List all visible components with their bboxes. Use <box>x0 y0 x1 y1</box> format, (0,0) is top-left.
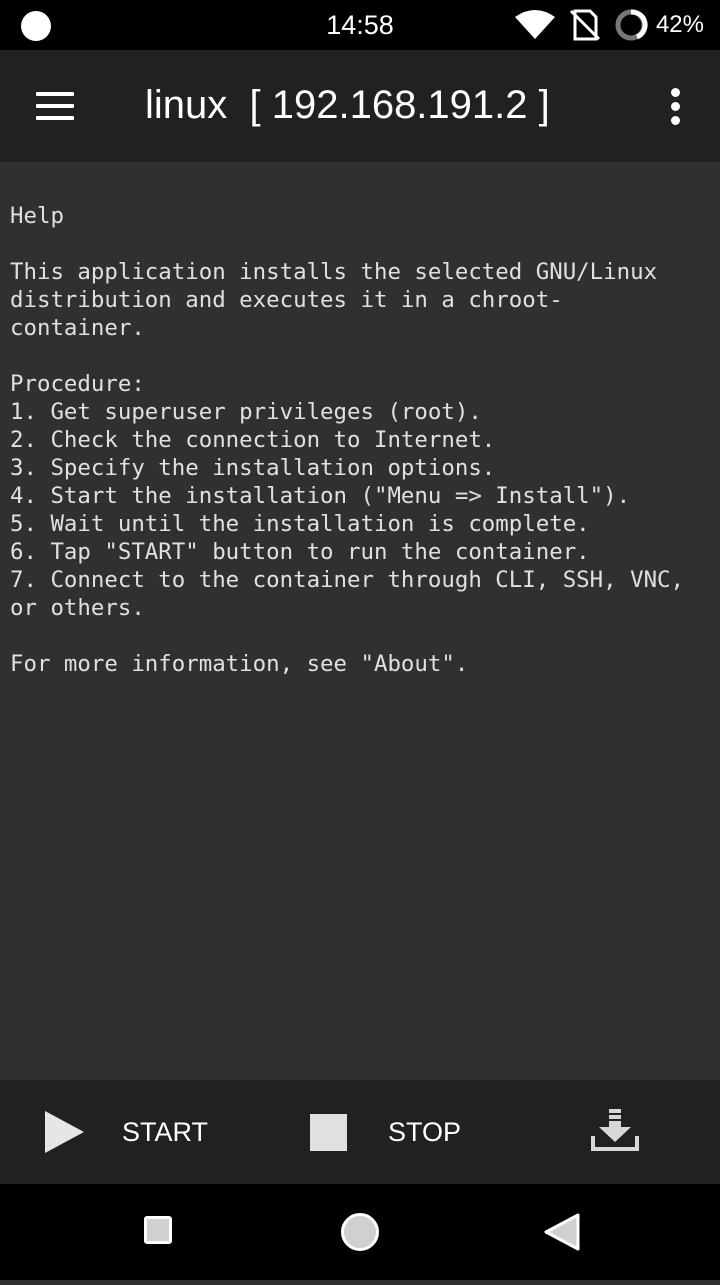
status-icons: 42% <box>514 8 704 42</box>
page-title: linux [ 192.168.191.2 ] <box>145 83 550 127</box>
status-bar: 14:58 42% <box>0 0 720 50</box>
start-button[interactable]: START <box>40 1080 208 1184</box>
stop-icon <box>310 1113 347 1151</box>
system-nav-bar <box>0 1184 720 1280</box>
stop-button[interactable]: STOP <box>310 1080 461 1184</box>
recent-apps-button[interactable] <box>112 1184 208 1280</box>
more-vert-icon[interactable] <box>660 88 692 128</box>
help-text: Help This application installs the selec… <box>10 203 685 677</box>
battery-saver-icon <box>615 9 648 41</box>
app-bar: linux [ 192.168.191.2 ] <box>0 50 720 162</box>
recent-apps-icon <box>144 1216 172 1244</box>
battery-percent: 42% <box>655 11 704 38</box>
install-button[interactable] <box>590 1080 646 1184</box>
home-button[interactable] <box>312 1184 408 1280</box>
back-icon <box>544 1213 580 1251</box>
start-label: START <box>122 1116 209 1147</box>
stop-label: STOP <box>388 1116 462 1147</box>
play-icon <box>45 1111 84 1153</box>
home-icon <box>341 1213 379 1251</box>
back-button[interactable] <box>528 1184 624 1280</box>
bottom-toolbar: START STOP <box>0 1080 720 1184</box>
help-content: Help This application installs the selec… <box>0 162 720 1080</box>
hamburger-menu-icon[interactable] <box>36 92 76 120</box>
wifi-icon <box>514 10 555 39</box>
download-icon <box>591 1109 639 1151</box>
no-sim-icon <box>569 9 601 41</box>
